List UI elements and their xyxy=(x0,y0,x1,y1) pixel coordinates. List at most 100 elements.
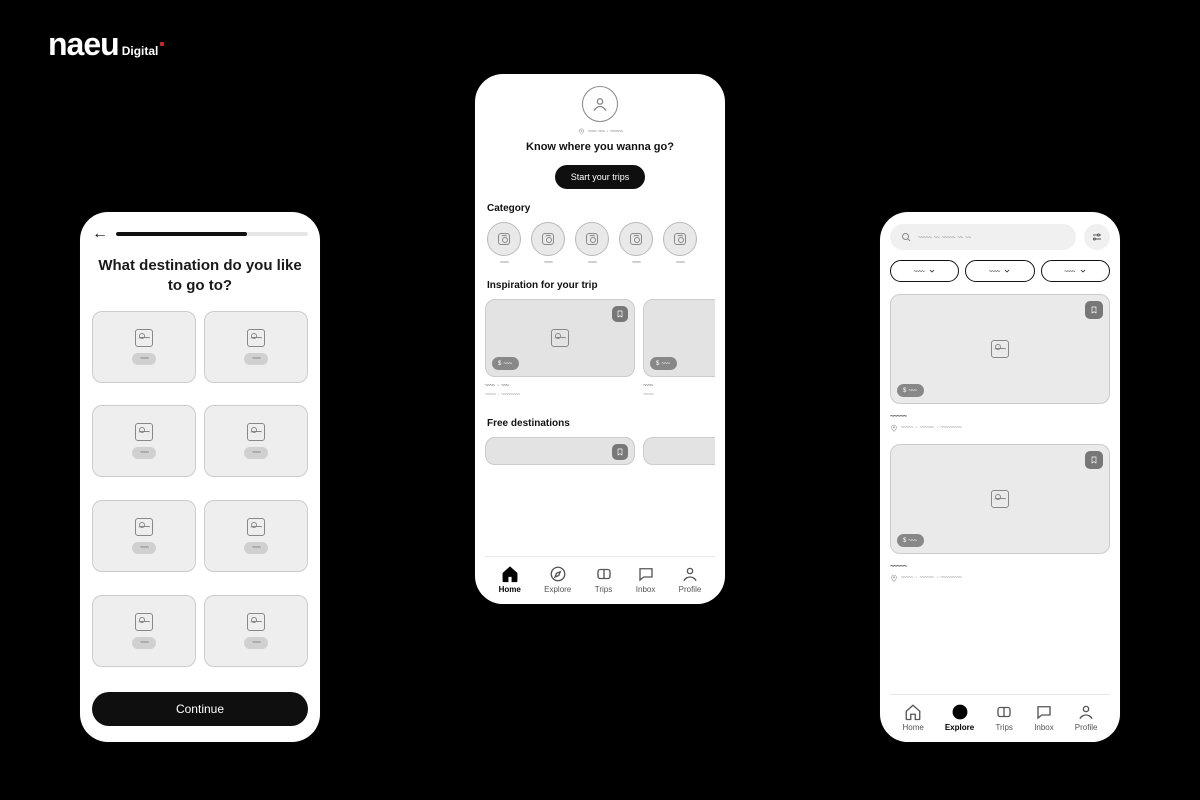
progress-bar xyxy=(116,232,308,236)
result-card[interactable]: $~~~ ~~~~~ ~~~~~ · ~~~~~~ · ~~~~~~~~~ xyxy=(890,294,1110,432)
filter-button[interactable] xyxy=(1084,224,1110,250)
image-placeholder-icon xyxy=(135,613,153,631)
start-trips-button[interactable]: Start your trips xyxy=(555,165,646,189)
image-placeholder-icon xyxy=(542,233,554,245)
chat-icon xyxy=(1035,703,1053,721)
image-placeholder-icon xyxy=(135,423,153,441)
explore-screen: ~~~~~ ~~ ~~~~~ ~~ ~~ ~~~~ ~~~~ ~~~~ $~~~… xyxy=(880,212,1120,742)
nav-home[interactable]: Home xyxy=(903,703,924,732)
filter-chip[interactable]: ~~~~ xyxy=(1041,260,1110,282)
inspiration-title-text: ~~~~ xyxy=(643,383,715,389)
result-title: ~~~~~ xyxy=(890,412,1110,420)
pin-icon xyxy=(890,574,898,582)
filter-chip-row: ~~~~ ~~~~ ~~~~ xyxy=(890,260,1110,282)
inspiration-subtext: ~~~~~ xyxy=(643,392,715,398)
destination-grid: ~~~~ ~~~~ ~~~~ ~~~~ ~~~~ ~~~~ ~~~~ ~~~~ xyxy=(92,311,308,683)
image-placeholder-icon xyxy=(991,490,1009,508)
category-item[interactable]: ~~~~ xyxy=(531,222,565,266)
free-row[interactable] xyxy=(485,437,715,471)
back-arrow-icon[interactable]: ← xyxy=(92,226,108,242)
destination-label: ~~~~ xyxy=(244,353,268,365)
inspiration-row[interactable]: $~~~ ~~~~ · ~~~ ~~~~~ · ~~~~~~~~~ $~~~ ~… xyxy=(485,299,715,404)
image-placeholder-icon xyxy=(247,329,265,347)
compass-icon xyxy=(951,703,969,721)
continue-button[interactable]: Continue xyxy=(92,692,308,726)
image-placeholder-icon xyxy=(674,233,686,245)
filter-chip[interactable]: ~~~~ xyxy=(965,260,1034,282)
image-placeholder-icon xyxy=(586,233,598,245)
category-item[interactable]: ~~~~ xyxy=(663,222,697,266)
nav-inbox[interactable]: Inbox xyxy=(1034,703,1054,732)
nav-profile[interactable]: Profile xyxy=(679,565,702,594)
category-label: ~~~~ xyxy=(500,260,508,266)
image-placeholder-icon xyxy=(247,613,265,631)
image-placeholder-icon xyxy=(135,518,153,536)
result-title: ~~~~~ xyxy=(890,562,1110,570)
destination-card[interactable]: ~~~~ xyxy=(92,500,196,572)
home-screen: ~~~~ ~~~ · ~~~~~~ Know where you wanna g… xyxy=(475,74,725,604)
nav-inbox[interactable]: Inbox xyxy=(636,565,656,594)
inspiration-card[interactable]: $~~~ ~~~~ ~~~~~ xyxy=(643,299,715,404)
nav-trips[interactable]: Trips xyxy=(595,565,613,594)
category-label: ~~~~ xyxy=(676,260,684,266)
price-chip: $~~~ xyxy=(897,384,924,397)
chevron-down-icon xyxy=(1003,267,1011,275)
result-subtext: ~~~~~ · ~~~~~~ · ~~~~~~~~~ xyxy=(890,424,1110,432)
onboarding-screen: ← What destination do you like to go to?… xyxy=(80,212,320,742)
inspiration-card[interactable]: $~~~ ~~~~ · ~~~ ~~~~~ · ~~~~~~~~~ xyxy=(485,299,635,404)
nav-label: Profile xyxy=(1075,723,1098,732)
nav-label: Home xyxy=(903,723,924,732)
pin-icon xyxy=(890,424,898,432)
image-placeholder-icon xyxy=(135,329,153,347)
category-item[interactable]: ~~~~ xyxy=(575,222,609,266)
nav-explore[interactable]: Explore xyxy=(945,703,974,732)
bookmark-icon[interactable] xyxy=(1085,301,1103,319)
search-placeholder: ~~~~~ ~~ ~~~~~ ~~ ~~ xyxy=(918,234,970,241)
inspiration-card[interactable] xyxy=(485,437,635,471)
avatar-icon[interactable] xyxy=(582,86,618,122)
chat-icon xyxy=(637,565,655,583)
category-item[interactable]: ~~~~ xyxy=(619,222,653,266)
bookmark-icon[interactable] xyxy=(612,444,628,460)
nav-label: Explore xyxy=(945,723,974,732)
price-chip: $~~~ xyxy=(650,357,677,370)
result-card[interactable]: $~~~ ~~~~~ ~~~~~ · ~~~~~~ · ~~~~~~~~~ xyxy=(890,444,1110,582)
destination-card[interactable]: ~~~~ xyxy=(204,311,308,383)
destination-card[interactable]: ~~~~ xyxy=(92,595,196,667)
destination-card[interactable]: ~~~~ xyxy=(204,405,308,477)
price-chip: $~~~ xyxy=(492,357,519,370)
destination-card[interactable]: ~~~~ xyxy=(204,500,308,572)
destination-card[interactable]: ~~~~ xyxy=(92,405,196,477)
price-chip: $~~~ xyxy=(897,534,924,547)
destination-label: ~~~~ xyxy=(132,542,156,554)
filter-chip[interactable]: ~~~~ xyxy=(890,260,959,282)
image-placeholder-icon xyxy=(551,329,569,347)
bookmark-icon[interactable] xyxy=(612,306,628,322)
bookmark-icon[interactable] xyxy=(1085,451,1103,469)
nav-label: Trips xyxy=(995,723,1012,732)
nav-trips[interactable]: Trips xyxy=(995,703,1013,732)
category-row[interactable]: ~~~~ ~~~~ ~~~~ ~~~~ ~~~~ xyxy=(485,222,715,266)
nav-profile[interactable]: Profile xyxy=(1075,703,1098,732)
nav-label: Profile xyxy=(679,585,702,594)
nav-home[interactable]: Home xyxy=(499,565,521,594)
search-input[interactable]: ~~~~~ ~~ ~~~~~ ~~ ~~ xyxy=(890,224,1076,250)
destination-card[interactable]: ~~~~ xyxy=(92,311,196,383)
nav-label: Explore xyxy=(544,585,571,594)
image-placeholder-icon xyxy=(247,423,265,441)
destination-card[interactable]: ~~~~ xyxy=(204,595,308,667)
home-icon xyxy=(904,703,922,721)
result-subtext: ~~~~~ · ~~~~~~ · ~~~~~~~~~ xyxy=(890,574,1110,582)
inspiration-card[interactable] xyxy=(643,437,715,471)
bottom-nav: Home Explore Trips Inbox Profile xyxy=(485,556,715,604)
compass-icon xyxy=(549,565,567,583)
onboarding-title: What destination do you like to go to? xyxy=(92,256,308,297)
nav-explore[interactable]: Explore xyxy=(544,565,571,594)
category-item[interactable]: ~~~~ xyxy=(487,222,521,266)
home-header: ~~~~ ~~~ · ~~~~~~ Know where you wanna g… xyxy=(485,86,715,189)
home-headline: Know where you wanna go? xyxy=(526,141,674,153)
chevron-down-icon xyxy=(928,267,936,275)
ticket-icon xyxy=(995,703,1013,721)
image-placeholder-icon xyxy=(991,340,1009,358)
onboarding-topbar: ← xyxy=(92,226,308,242)
